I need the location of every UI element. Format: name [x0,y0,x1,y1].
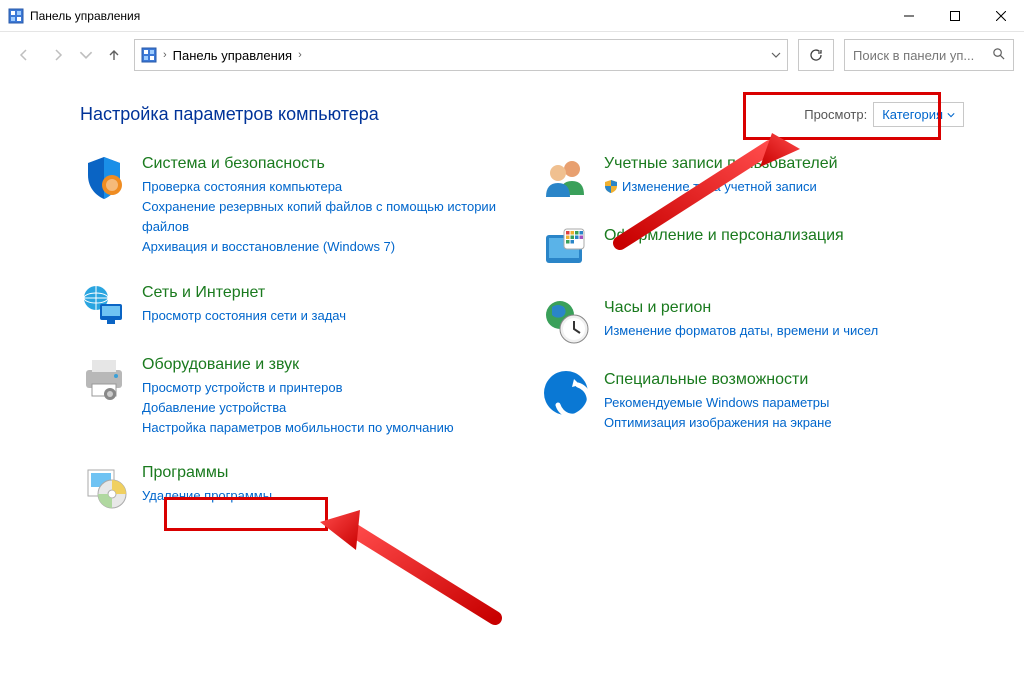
category-title-users[interactable]: Учетные записи пользователей [604,155,964,173]
sublink-hardware-0[interactable]: Просмотр устройств и принтеров [142,378,502,398]
view-dropdown[interactable]: Категория [873,102,964,127]
category-title-programs[interactable]: Программы [142,464,502,482]
uac-shield-icon [604,179,618,193]
sublink-system-1[interactable]: Сохранение резервных копий файлов с помо… [142,197,502,237]
sublink-programs-uninstall[interactable]: Удаление программы [142,486,502,506]
appearance-icon [542,225,590,273]
shield-icon [80,153,128,201]
category-title-hardware[interactable]: Оборудование и звук [142,356,502,374]
category-title-system[interactable]: Система и безопасность [142,155,502,173]
category-title-network[interactable]: Сеть и Интернет [142,284,502,302]
category-appearance: Оформление и персонализация [542,225,964,273]
users-icon [542,153,590,201]
address-icon [141,47,157,63]
sublink-system-0[interactable]: Проверка состояния компьютера [142,177,502,197]
category-system: Система и безопасность Проверка состояни… [80,153,502,258]
control-panel-icon [8,8,24,24]
category-hardware: Оборудование и звук Просмотр устройств и… [80,354,502,438]
right-column: Учетные записи пользователей Изменение т… [542,153,964,534]
back-button[interactable] [10,41,38,69]
titlebar: Панель управления [0,0,1024,32]
sublink-hardware-2[interactable]: Настройка параметров мобильности по умол… [142,418,502,438]
minimize-button[interactable] [886,0,932,32]
page-title: Настройка параметров компьютера [80,104,804,125]
sublink-hardware-1[interactable]: Добавление устройства [142,398,502,418]
category-title-clock[interactable]: Часы и регион [604,299,964,317]
category-clock: Часы и регион Изменение форматов даты, в… [542,297,964,345]
search-input[interactable]: Поиск в панели уп... [844,39,1014,71]
window-title: Панель управления [30,9,886,23]
search-placeholder: Поиск в панели уп... [853,48,986,63]
address-dropdown-icon[interactable] [771,48,781,63]
category-ease: Специальные возможности Рекомендуемые Wi… [542,369,964,433]
left-column: Система и безопасность Проверка состояни… [80,153,502,534]
chevron-right-icon: › [298,49,302,61]
sublink-system-2[interactable]: Архивация и восстановление (Windows 7) [142,237,502,257]
sublink-ease-1[interactable]: Оптимизация изображения на экране [604,413,964,433]
sublink-network-0[interactable]: Просмотр состояния сети и задач [142,306,502,326]
view-control: Просмотр: Категория [804,102,964,127]
category-network: Сеть и Интернет Просмотр состояния сети … [80,282,502,330]
category-title-appearance[interactable]: Оформление и персонализация [604,227,964,245]
ease-of-access-icon [542,369,590,417]
breadcrumb-root[interactable]: Панель управления [173,48,292,63]
up-button[interactable] [100,41,128,69]
category-title-ease[interactable]: Специальные возможности [604,371,964,389]
sublink-clock-0[interactable]: Изменение форматов даты, времени и чисел [604,321,964,341]
clock-globe-icon [542,297,590,345]
sublink-users-change-type[interactable]: Изменение типа учетной записи [622,177,817,197]
globe-network-icon [80,282,128,330]
close-button[interactable] [978,0,1024,32]
search-icon [992,47,1005,63]
printer-icon [80,354,128,402]
content-area: Настройка параметров компьютера Просмотр… [0,78,1024,558]
chevron-down-icon [947,111,955,119]
navbar: › Панель управления › Поиск в панели уп.… [0,32,1024,78]
programs-disc-icon [80,462,128,510]
view-value-text: Категория [882,107,943,122]
category-users: Учетные записи пользователей Изменение т… [542,153,964,201]
category-programs: Программы Удаление программы [80,462,502,510]
refresh-button[interactable] [798,39,834,71]
chevron-right-icon: › [163,49,167,61]
recent-dropdown[interactable] [78,41,94,69]
view-label: Просмотр: [804,107,867,122]
forward-button[interactable] [44,41,72,69]
maximize-button[interactable] [932,0,978,32]
address-bar[interactable]: › Панель управления › [134,39,788,71]
sublink-ease-0[interactable]: Рекомендуемые Windows параметры [604,393,964,413]
